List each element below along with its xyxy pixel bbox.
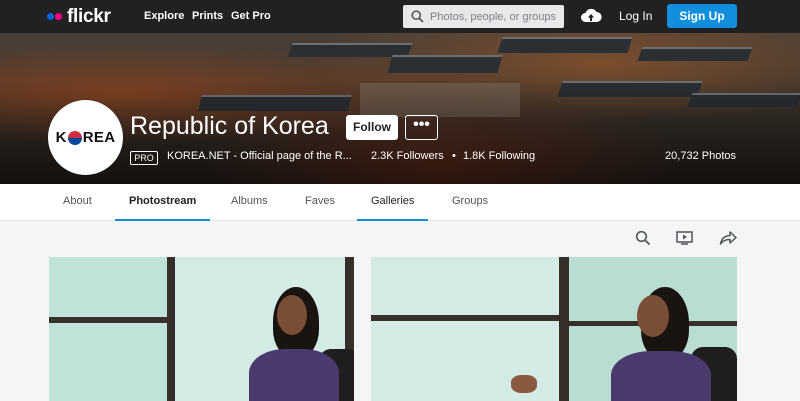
photo-window-frame xyxy=(167,257,175,401)
avatar-logo: K REA xyxy=(56,129,116,146)
photo-hand xyxy=(511,375,537,393)
nav-link-explore[interactable]: Explore xyxy=(144,0,184,33)
avatar-logo-letter: K xyxy=(55,129,67,146)
top-navigation: flickr Explore Prints Get Pro Log In Sig… xyxy=(0,0,800,33)
upload-cloud-icon[interactable] xyxy=(580,6,602,26)
avatar-logo-letters: REA xyxy=(82,129,116,146)
search-icon xyxy=(411,10,424,23)
search-icon[interactable] xyxy=(635,230,651,246)
nav-link-prints[interactable]: Prints xyxy=(192,0,223,33)
tab-albums[interactable]: Albums xyxy=(231,184,268,221)
more-options-button[interactable]: ••• xyxy=(405,115,438,140)
profile-description[interactable]: KOREA.NET - Official page of the R... xyxy=(167,150,352,162)
separator-bullet: • xyxy=(452,150,456,162)
slideshow-icon[interactable] xyxy=(676,230,693,246)
signup-button[interactable]: Sign Up xyxy=(667,4,737,28)
nav-link-get-pro[interactable]: Get Pro xyxy=(231,0,271,33)
search-input[interactable] xyxy=(430,10,560,23)
photo-face xyxy=(277,295,307,335)
avatar[interactable]: K REA xyxy=(48,100,123,175)
tab-faves[interactable]: Faves xyxy=(305,184,335,221)
photo-body xyxy=(611,351,711,401)
photos-count: 20,732 Photos xyxy=(665,150,736,162)
tab-galleries[interactable]: Galleries xyxy=(357,184,429,221)
photo-window-frame xyxy=(371,315,569,321)
photo-face xyxy=(637,295,669,337)
logo-text: flickr xyxy=(67,5,111,27)
share-icon[interactable] xyxy=(719,230,737,246)
followers-count[interactable]: 2.3K Followers xyxy=(371,150,444,162)
photo-thumbnail[interactable] xyxy=(49,257,354,401)
pro-badge: PRO xyxy=(130,151,158,165)
tab-photostream[interactable]: Photostream xyxy=(115,184,211,221)
tab-about[interactable]: About xyxy=(63,184,92,221)
profile-name: Republic of Korea xyxy=(130,112,329,140)
logo-blue-dot xyxy=(47,13,54,20)
photo-thumbnail[interactable] xyxy=(371,257,737,401)
follow-button[interactable]: Follow xyxy=(346,115,398,140)
tab-groups[interactable]: Groups xyxy=(452,184,488,221)
photo-window-frame xyxy=(559,257,569,401)
following-count[interactable]: 1.8K Following xyxy=(463,150,535,162)
search-box[interactable] xyxy=(403,5,564,28)
logo-pink-dot xyxy=(55,13,62,20)
photo-window xyxy=(49,257,169,401)
taegeuk-symbol xyxy=(67,130,82,145)
photo-window-frame xyxy=(49,317,175,323)
photo-body xyxy=(249,349,339,401)
flickr-logo[interactable]: flickr xyxy=(47,0,111,33)
login-link[interactable]: Log In xyxy=(619,0,652,33)
profile-tabs: About Photostream Albums Faves Galleries… xyxy=(0,184,800,221)
